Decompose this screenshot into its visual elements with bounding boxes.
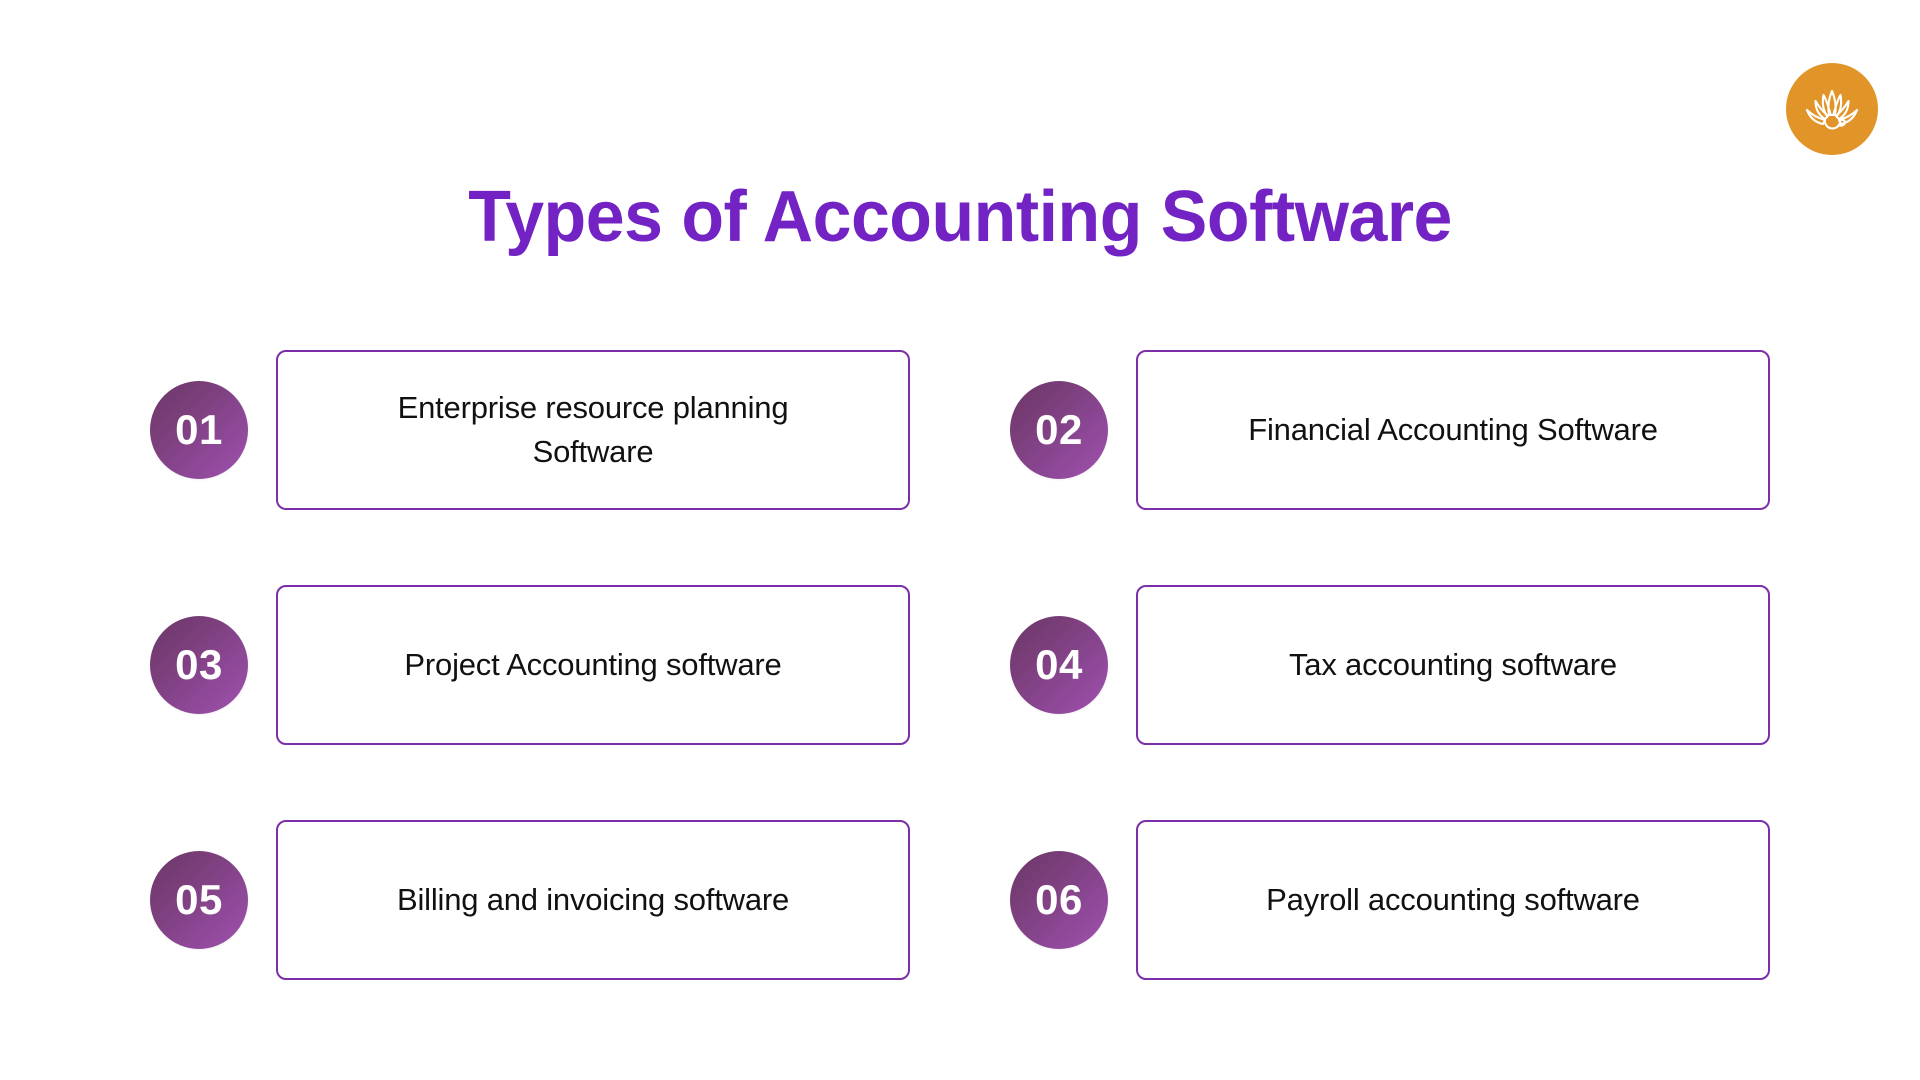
- item-card[interactable]: Financial Accounting Software: [1136, 350, 1770, 510]
- item-card[interactable]: Enterprise resource planning Software: [276, 350, 910, 510]
- list-item[interactable]: 05 Billing and invoicing software: [150, 820, 910, 980]
- item-number-badge: 02: [1010, 381, 1108, 479]
- list-item[interactable]: 03 Project Accounting software: [150, 585, 910, 745]
- list-item[interactable]: 01 Enterprise resource planning Software: [150, 350, 910, 510]
- item-number-badge: 01: [150, 381, 248, 479]
- item-label: Tax accounting software: [1289, 646, 1617, 682]
- item-number-badge: 06: [1010, 851, 1108, 949]
- page-title-container: Types of Accounting Software: [0, 128, 1920, 307]
- item-card[interactable]: Billing and invoicing software: [276, 820, 910, 980]
- item-label: Project Accounting software: [404, 646, 782, 682]
- item-card[interactable]: Payroll accounting software: [1136, 820, 1770, 980]
- list-item[interactable]: 06 Payroll accounting software: [1010, 820, 1770, 980]
- item-number-badge: 04: [1010, 616, 1108, 714]
- item-label: Billing and invoicing software: [396, 881, 790, 917]
- item-label: Financial Accounting Software: [1248, 411, 1658, 447]
- items-grid: 01 Enterprise resource planning Software…: [150, 350, 1770, 980]
- item-card[interactable]: Project Accounting software: [276, 585, 910, 745]
- item-card[interactable]: Tax accounting software: [1136, 585, 1770, 745]
- list-item[interactable]: 04 Tax accounting software: [1010, 585, 1770, 745]
- item-label: Enterprise resource planning Software: [397, 389, 789, 469]
- list-item[interactable]: 02 Financial Accounting Software: [1010, 350, 1770, 510]
- page-title: Types of Accounting Software: [468, 177, 1452, 258]
- item-number-badge: 05: [150, 851, 248, 949]
- item-number-badge: 03: [150, 616, 248, 714]
- item-label: Payroll accounting software: [1266, 881, 1640, 917]
